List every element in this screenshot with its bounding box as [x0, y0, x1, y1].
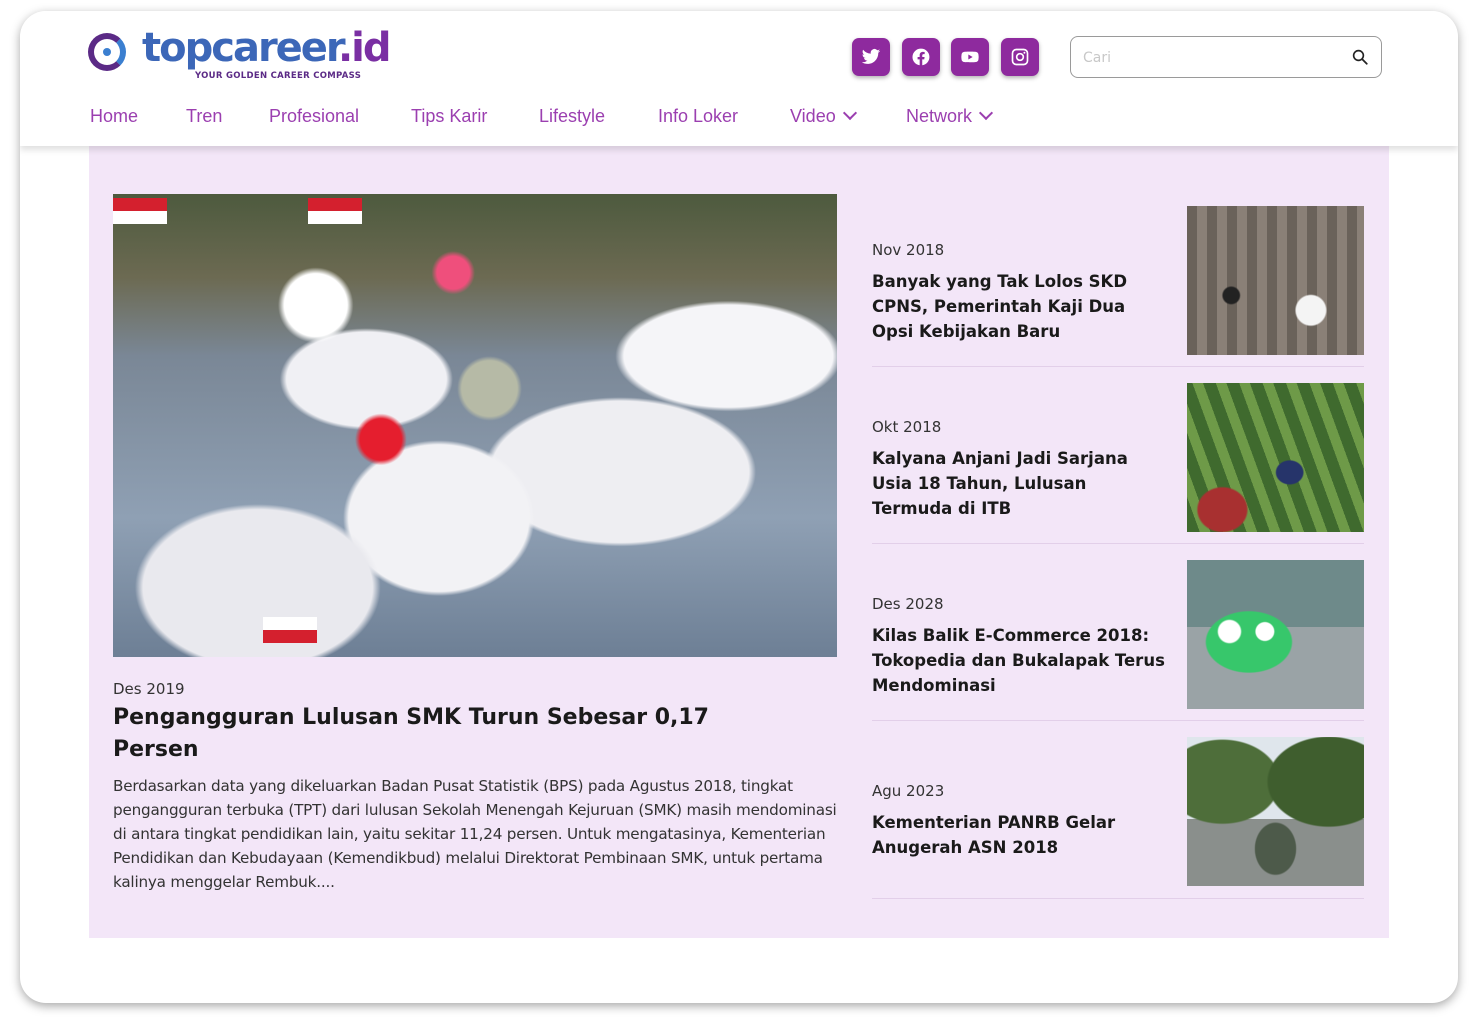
- flag-icon: [263, 617, 317, 643]
- side-article[interactable]: Nov 2018 Banyak yang Tak Lolos SKD CPNS,…: [872, 206, 1364, 367]
- logo-tagline: YOUR GOLDEN CAREER COMPASS: [195, 71, 362, 81]
- search-icon[interactable]: [1351, 48, 1369, 66]
- twitter-icon: [861, 49, 881, 64]
- side-article[interactable]: Des 2028 Kilas Balik E-Commerce 2018: To…: [872, 560, 1364, 721]
- youtube-button[interactable]: [951, 38, 989, 76]
- nav-tips-karir[interactable]: Tips Karir: [411, 106, 487, 127]
- flag-icon: [113, 198, 167, 224]
- instagram-button[interactable]: [1001, 38, 1039, 76]
- twitter-button[interactable]: [852, 38, 890, 76]
- side-article[interactable]: Okt 2018 Kalyana Anjani Jadi Sarjana Usi…: [872, 383, 1364, 544]
- chevron-down-icon: [978, 105, 994, 121]
- search-input[interactable]: [1081, 37, 1345, 79]
- nav-video-label: Video: [790, 106, 836, 126]
- facebook-button[interactable]: [902, 38, 940, 76]
- side-article-date: Okt 2018: [872, 418, 942, 436]
- nav-network-label: Network: [906, 106, 973, 126]
- side-article-title[interactable]: Banyak yang Tak Lolos SKD CPNS, Pemerint…: [872, 269, 1168, 344]
- flag-icon: [308, 198, 362, 224]
- side-article-title[interactable]: Kilas Balik E-Commerce 2018: Tokopedia d…: [872, 623, 1168, 698]
- side-article-date: Des 2028: [872, 595, 944, 613]
- nav-info-loker[interactable]: Info Loker: [658, 106, 738, 127]
- chevron-down-icon: [842, 105, 857, 121]
- nav-lifestyle[interactable]: Lifestyle: [539, 106, 605, 127]
- featured-section: Des 2019 Pengangguran Lulusan SMK Turun …: [89, 146, 1389, 938]
- main-article-date: Des 2019: [113, 680, 185, 698]
- side-article-title[interactable]: Kementerian PANRB Gelar Anugerah ASN 201…: [872, 810, 1168, 860]
- side-article-thumbnail[interactable]: [1187, 206, 1364, 355]
- browser-window: topcareer.id YOUR GOLDEN CAREER COMPASS …: [20, 11, 1458, 1003]
- instagram-icon: [1011, 48, 1029, 66]
- search-box: [1070, 36, 1382, 79]
- logo-text: topcareer.id: [142, 25, 391, 71]
- nav-video[interactable]: Video: [790, 105, 857, 127]
- side-article-title[interactable]: Kalyana Anjani Jadi Sarjana Usia 18 Tahu…: [872, 446, 1168, 521]
- logo-mark-icon: [88, 33, 126, 71]
- side-article-thumbnail[interactable]: [1187, 737, 1364, 886]
- facebook-icon: [912, 48, 930, 66]
- side-article-thumbnail[interactable]: [1187, 383, 1364, 532]
- nav-home[interactable]: Home: [90, 106, 138, 127]
- side-article[interactable]: Agu 2023 Kementerian PANRB Gelar Anugera…: [872, 737, 1364, 899]
- nav-tren[interactable]: Tren: [186, 106, 222, 127]
- side-article-thumbnail[interactable]: [1187, 560, 1364, 709]
- site-logo[interactable]: topcareer.id YOUR GOLDEN CAREER COMPASS: [88, 25, 391, 83]
- side-article-date: Agu 2023: [872, 782, 945, 800]
- site-header: topcareer.id YOUR GOLDEN CAREER COMPASS …: [20, 11, 1458, 146]
- nav-network[interactable]: Network: [906, 105, 994, 127]
- youtube-icon: [961, 51, 979, 63]
- side-article-date: Nov 2018: [872, 241, 945, 259]
- nav-profesional[interactable]: Profesional: [269, 106, 359, 127]
- main-article-title[interactable]: Pengangguran Lulusan SMK Turun Sebesar 0…: [113, 702, 753, 766]
- main-article-excerpt: Berdasarkan data yang dikeluarkan Badan …: [113, 777, 837, 891]
- main-article-image[interactable]: [113, 194, 837, 657]
